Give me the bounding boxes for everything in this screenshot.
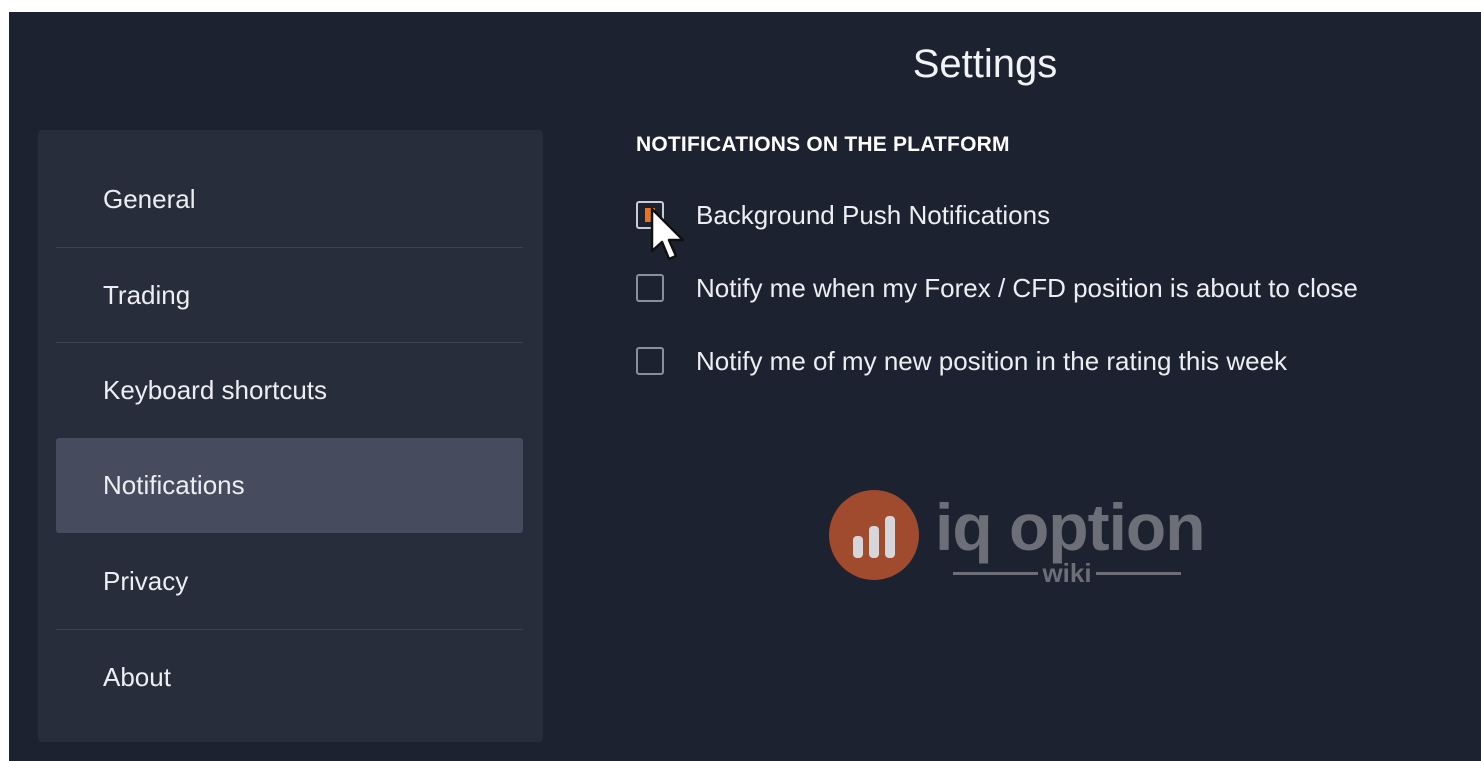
- sidebar-item-label: Privacy: [103, 566, 189, 596]
- section-heading: NOTIFICATIONS ON THE PLATFORM: [636, 133, 1010, 156]
- sidebar-item-keyboard-shortcuts[interactable]: Keyboard shortcuts: [56, 343, 523, 438]
- settings-window: Settings General Trading Keyboard shortc…: [9, 12, 1481, 761]
- option-background-push[interactable]: Background Push Notifications: [636, 198, 1050, 232]
- sidebar-item-label: Trading: [103, 280, 191, 310]
- watermark-sub: wiki: [953, 558, 1182, 589]
- sidebar-item-about[interactable]: About: [56, 630, 523, 725]
- sidebar-item-label: Notifications: [103, 470, 245, 500]
- watermark: iq option wiki: [829, 490, 1209, 600]
- settings-sidebar: General Trading Keyboard shortcuts Notif…: [38, 130, 543, 742]
- sidebar-item-label: Keyboard shortcuts: [103, 375, 328, 405]
- sidebar-item-notifications[interactable]: Notifications: [56, 438, 523, 533]
- watermark-brand: iq option: [935, 490, 1206, 564]
- checkbox-forex-cfd-close[interactable]: [636, 274, 664, 302]
- sidebar-item-general[interactable]: General: [56, 152, 523, 247]
- sidebar-item-label: General: [103, 184, 196, 214]
- option-label: Background Push Notifications: [696, 199, 1051, 230]
- checkbox-rating-position[interactable]: [636, 347, 664, 375]
- option-label: Notify me when my Forex / CFD position i…: [696, 272, 1358, 303]
- option-label: Notify me of my new position in the rati…: [696, 345, 1288, 376]
- option-forex-cfd-close[interactable]: Notify me when my Forex / CFD position i…: [636, 271, 1358, 305]
- option-rating-position[interactable]: Notify me of my new position in the rati…: [636, 344, 1287, 378]
- watermark-sub-text: wiki: [1042, 558, 1092, 588]
- sidebar-item-trading[interactable]: Trading: [56, 248, 523, 343]
- sidebar-item-privacy[interactable]: Privacy: [56, 534, 523, 629]
- bar-chart-logo-icon: [829, 490, 919, 580]
- page-title: Settings: [912, 42, 1058, 86]
- checkbox-background-push[interactable]: [636, 201, 664, 229]
- sidebar-item-label: About: [103, 662, 171, 692]
